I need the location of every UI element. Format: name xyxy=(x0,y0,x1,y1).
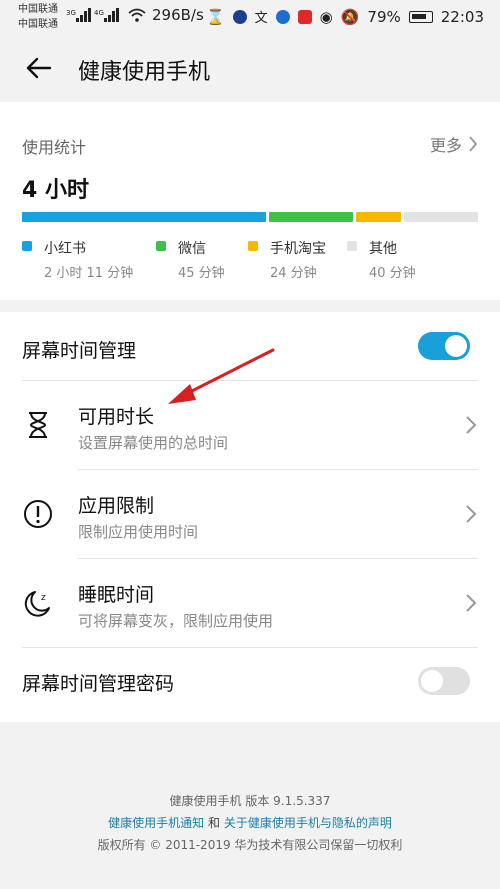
signal-icon: 3G 4G xyxy=(66,8,119,22)
status-left-icons: 3G 4G 296B/s xyxy=(66,6,204,24)
divider xyxy=(22,647,478,648)
status-right-icons: ⌛ 文 ◉ 🔕 79% 22:03 xyxy=(205,7,484,27)
legend-app-duration: 24 分钟 xyxy=(270,266,317,281)
clock: 22:03 xyxy=(440,7,484,26)
total-usage-time: 4 小时 xyxy=(22,178,89,203)
divider xyxy=(78,558,478,559)
battery-percent: 79% xyxy=(367,7,401,26)
mute-bell-icon: 🔕 xyxy=(340,7,360,26)
study-app-icon: 文 xyxy=(254,11,268,26)
toggle-knob xyxy=(445,335,467,357)
legend-dot xyxy=(347,241,357,251)
chevron-right-icon xyxy=(466,416,477,434)
usage-stats-label: 使用统计 xyxy=(22,138,87,157)
settings-card: 屏幕时间管理 可用时长 设置屏幕使用的总时间 应用限制 限制应用使用时间 z 睡… xyxy=(0,312,500,722)
page-title: 健康使用手机 xyxy=(78,60,211,85)
sleep-time-title: 睡眠时间 xyxy=(78,584,155,606)
app-notification-icon xyxy=(232,9,247,24)
svg-text:4G: 4G xyxy=(94,9,104,17)
notice-link[interactable]: 健康使用手机通知 xyxy=(108,816,204,830)
password-title: 屏幕时间管理密码 xyxy=(22,673,175,695)
chevron-right-icon xyxy=(469,136,478,152)
svg-text:z: z xyxy=(41,593,46,603)
copyright: 版权所有 © 2011-2019 华为技术有限公司保留一切权利 xyxy=(97,838,403,852)
carrier-1: 中国联通 xyxy=(18,4,58,15)
carrier-info: 中国联通 中国联通 xyxy=(18,2,58,32)
legend-dot xyxy=(248,241,258,251)
svg-text:3G: 3G xyxy=(66,9,76,17)
version-info: 健康使用手机 版本 9.1.5.337 xyxy=(169,794,331,808)
legend-app-name: 微信 xyxy=(178,241,206,257)
usage-bar-segment xyxy=(22,212,266,222)
huawei-icon xyxy=(297,9,312,24)
password-toggle[interactable] xyxy=(418,667,470,695)
exclamation-circle-icon xyxy=(24,500,52,528)
divider xyxy=(78,469,478,470)
usage-bar-segment xyxy=(355,212,401,222)
legend-app-duration: 40 分钟 xyxy=(369,266,416,281)
available-time-title: 可用时长 xyxy=(78,406,155,428)
screen-time-title: 屏幕时间管理 xyxy=(22,340,137,362)
sleep-time-subtitle: 可将屏幕变灰，限制应用使用 xyxy=(78,612,274,630)
legend-app-duration: 2 小时 11 分钟 xyxy=(44,266,134,281)
app-bar: 健康使用手机 xyxy=(0,36,500,100)
carrier-2: 中国联通 xyxy=(18,19,58,30)
legend-app-name: 手机淘宝 xyxy=(270,241,326,257)
legend-dot xyxy=(156,241,166,251)
hourglass-status-icon: ⌛ xyxy=(205,7,225,26)
more-link[interactable]: 更多 xyxy=(430,132,478,156)
legend-app-name: 其他 xyxy=(369,241,397,257)
link-separator: 和 xyxy=(204,816,224,830)
app-limit-title: 应用限制 xyxy=(78,495,155,517)
toggle-knob xyxy=(421,670,443,692)
eye-icon: ◉ xyxy=(319,7,333,26)
status-bar: 中国联通 中国联通 3G 4G 296B/s ⌛ 文 ◉ 🔕 79% 22:03 xyxy=(0,0,500,36)
footer: 健康使用手机 版本 9.1.5.337 健康使用手机通知 和 关于健康使用手机与… xyxy=(0,790,500,856)
back-arrow-icon[interactable] xyxy=(22,52,54,84)
legend-app-name: 小红书 xyxy=(44,241,86,257)
usage-bar-segment xyxy=(403,212,478,222)
wifi-icon xyxy=(128,8,146,22)
network-speed: 296B/s xyxy=(152,6,204,24)
available-time-subtitle: 设置屏幕使用的总时间 xyxy=(78,434,229,452)
usage-bar xyxy=(22,212,478,222)
more-label: 更多 xyxy=(429,136,462,155)
moon-icon: z xyxy=(24,591,50,617)
hourglass-icon xyxy=(29,412,47,438)
legend-dot xyxy=(22,241,32,251)
annotation-arrow xyxy=(168,348,275,404)
usage-stats-card[interactable]: 使用统计 更多 4 小时 小红书 2 小时 11 分钟 微信 45 分钟 手机淘… xyxy=(0,102,500,300)
chevron-right-icon xyxy=(466,505,477,523)
chevron-right-icon xyxy=(466,594,477,612)
app-limit-subtitle: 限制应用使用时间 xyxy=(78,523,199,541)
app-notification-icon-2 xyxy=(275,9,290,24)
battery-icon xyxy=(408,10,433,23)
legal-links: 健康使用手机通知 和 关于健康使用手机与隐私的声明 xyxy=(0,812,500,834)
legend-app-duration: 45 分钟 xyxy=(178,266,225,281)
screen-time-toggle[interactable] xyxy=(418,332,470,360)
privacy-link[interactable]: 关于健康使用手机与隐私的声明 xyxy=(224,816,392,830)
usage-bar-segment xyxy=(268,212,353,222)
